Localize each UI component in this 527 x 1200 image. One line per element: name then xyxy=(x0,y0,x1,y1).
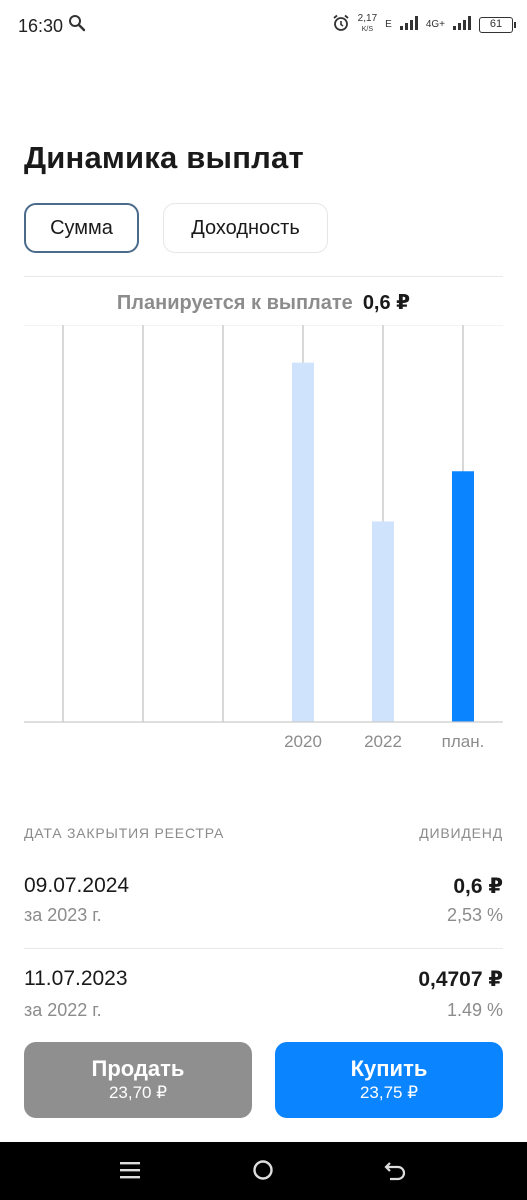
battery-level: 61 xyxy=(489,17,503,30)
network-speed-unit: K/S xyxy=(361,26,374,33)
row-amount: 0,4707 ₽ xyxy=(418,968,503,991)
chart-tick-label: 2022 xyxy=(364,732,402,751)
table-header-dividend: ДИВИДЕНД xyxy=(419,825,503,841)
sell-button-label: Продать xyxy=(91,1056,185,1081)
chart-tick-label: 2020 xyxy=(284,732,322,751)
chart-bar[interactable] xyxy=(452,471,474,722)
sell-button[interactable]: Продать 23,70 ₽ xyxy=(24,1042,252,1118)
buy-button-label: Купить xyxy=(350,1056,428,1081)
battery-icon: 61 xyxy=(479,16,516,33)
row-amount: 0,6 ₽ xyxy=(453,875,503,898)
status-indicators: 2,17 K/S E 4G+ 61 xyxy=(332,14,516,35)
network-speed: 2,17 K/S xyxy=(358,14,377,35)
planned-value: 0,6 ₽ xyxy=(362,292,411,314)
back-icon[interactable] xyxy=(383,1158,409,1189)
menu-icon[interactable] xyxy=(118,1158,144,1187)
status-time: 16:30 xyxy=(18,16,64,36)
status-bar: 16:30 2,17 K/S E 4G+ 61 xyxy=(0,0,527,54)
table-header-date: ДАТА ЗАКРЫТИЯ РЕЕСТРА xyxy=(24,825,225,841)
buy-button[interactable]: Купить 23,75 ₽ xyxy=(275,1042,503,1118)
row-date: 09.07.2024 xyxy=(24,874,130,897)
chart-bar[interactable] xyxy=(292,362,314,722)
search-icon xyxy=(68,14,86,37)
buy-button-price: 23,75 ₽ xyxy=(359,1083,419,1102)
system-nav-bar xyxy=(0,1142,527,1200)
row-date: 11.07.2023 xyxy=(24,967,128,990)
tab-sum[interactable]: Сумма xyxy=(24,203,139,253)
sell-button-price: 23,70 ₽ xyxy=(108,1083,168,1102)
page-title: Динамика выплат xyxy=(24,140,304,175)
row-period: за 2022 г. xyxy=(24,1000,102,1020)
row-yield: 1.49 % xyxy=(446,1000,503,1020)
row-divider xyxy=(24,948,503,949)
row-period: за 2023 г. xyxy=(24,905,102,925)
alarm-icon xyxy=(332,14,350,35)
home-icon[interactable] xyxy=(251,1158,277,1189)
row-yield: 2,53 % xyxy=(446,905,503,925)
dividend-chart: 2020 2022 план. xyxy=(24,325,503,751)
chart-tick-label: план. xyxy=(442,732,485,751)
divider xyxy=(24,276,503,277)
chart-bar[interactable] xyxy=(372,521,394,722)
network-type: E xyxy=(385,19,392,30)
signal-icon xyxy=(399,16,418,33)
planned-label: Планируется к выплате xyxy=(116,292,353,314)
network-lte: 4G+ xyxy=(425,19,445,30)
tab-yield[interactable]: Доходность xyxy=(163,203,328,253)
network-speed-value: 2,17 xyxy=(357,13,378,24)
signal-icon-2 xyxy=(453,16,471,33)
planned-payout: Планируется к выплате 0,6 ₽ xyxy=(0,290,527,315)
